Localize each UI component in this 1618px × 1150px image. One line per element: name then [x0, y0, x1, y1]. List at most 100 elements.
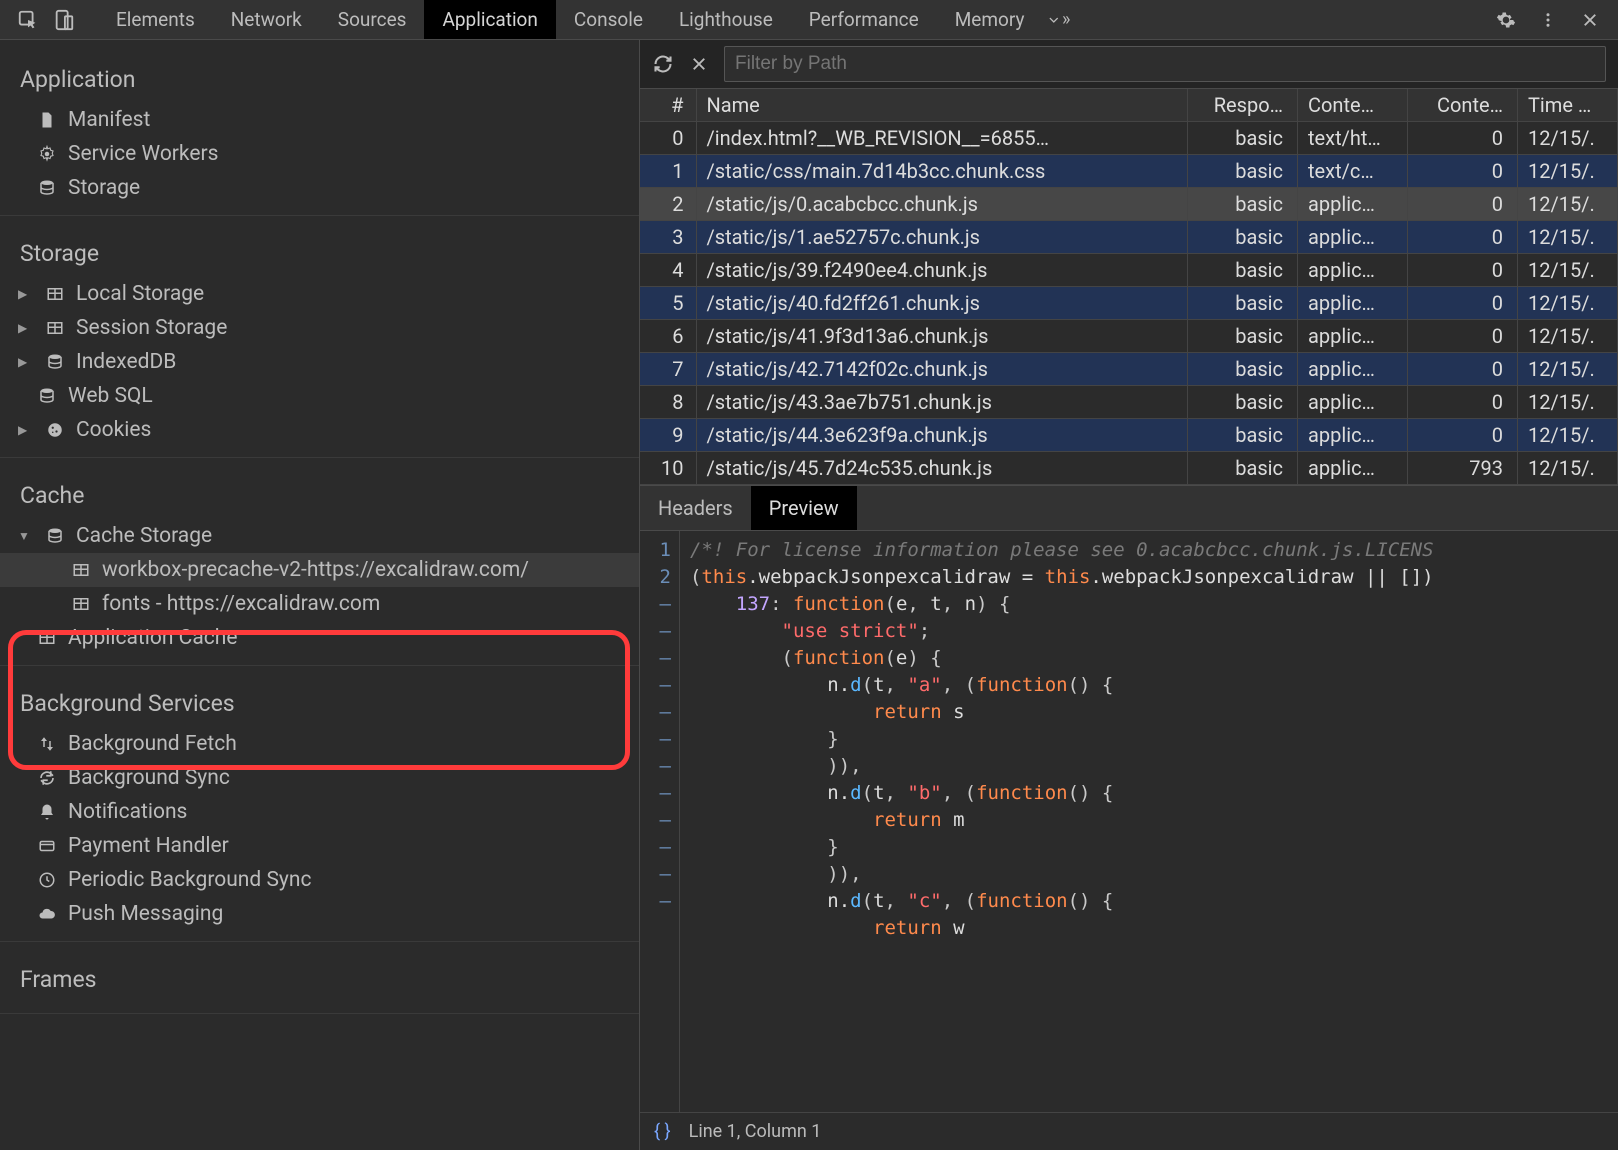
cell-resp: basic: [1188, 188, 1298, 221]
kebab-icon[interactable]: [1536, 8, 1560, 32]
group-background-services: Background Services: [0, 676, 639, 727]
sidebar-item-label: Payment Handler: [68, 834, 229, 858]
sidebar-item-web-sql[interactable]: Web SQL: [0, 379, 639, 413]
sidebar-item-periodic-background-sync[interactable]: Periodic Background Sync: [0, 863, 639, 897]
code-line: )),: [690, 861, 1434, 888]
cell-clen: 0: [1408, 353, 1518, 386]
table-row[interactable]: 2/static/js/0.acabcbcc.chunk.jsbasicappl…: [640, 188, 1618, 221]
column-header[interactable]: Conte…: [1298, 89, 1408, 122]
tab-network[interactable]: Network: [213, 0, 320, 39]
subtab-preview[interactable]: Preview: [751, 486, 857, 530]
gutter-line: 1: [648, 537, 671, 564]
sidebar-item-service-workers[interactable]: Service Workers: [0, 137, 639, 171]
code-line: }: [690, 834, 1434, 861]
cell-time: 12/15/.: [1518, 221, 1618, 254]
status-bar: { } Line 1, Column 1: [640, 1112, 1618, 1150]
table-icon: [44, 317, 66, 339]
cell-name: /static/js/40.fd2ff261.chunk.js: [696, 287, 1188, 320]
cell-ctype: text/c…: [1298, 155, 1408, 188]
cell-clen: 793: [1408, 452, 1518, 485]
table-row[interactable]: 3/static/js/1.ae52757c.chunk.jsbasicappl…: [640, 221, 1618, 254]
table-row[interactable]: 0/index.html?__WB_REVISION__=6855…basict…: [640, 122, 1618, 155]
sidebar-item-application-cache[interactable]: Application Cache: [0, 621, 639, 655]
tab-console[interactable]: Console: [556, 0, 661, 39]
sidebar-item-workbox-precache-v2-https-excalidraw-com[interactable]: workbox-precache-v2-https://excalidraw.c…: [0, 553, 639, 587]
more-tabs-icon[interactable]: »: [1046, 8, 1070, 32]
sidebar-item-label: Storage: [68, 176, 140, 200]
sidebar-item-storage[interactable]: Storage: [0, 171, 639, 205]
cell-name: /static/js/39.f2490ee4.chunk.js: [696, 254, 1188, 287]
tab-performance[interactable]: Performance: [791, 0, 937, 39]
cell-name: /index.html?__WB_REVISION__=6855…: [696, 122, 1188, 155]
cell-name: /static/js/0.acabcbcc.chunk.js: [696, 188, 1188, 221]
sidebar-item-label: Application Cache: [68, 626, 237, 650]
cell-idx: 0: [640, 122, 696, 155]
cell-ctype: applic…: [1298, 419, 1408, 452]
filter-input[interactable]: [724, 46, 1606, 82]
cell-resp: basic: [1188, 122, 1298, 155]
cell-name: /static/js/43.3ae7b751.chunk.js: [696, 386, 1188, 419]
cell-name: /static/js/45.7d24c535.chunk.js: [696, 452, 1188, 485]
table-row[interactable]: 9/static/js/44.3e623f9a.chunk.jsbasicapp…: [640, 419, 1618, 452]
tab-sources[interactable]: Sources: [320, 0, 425, 39]
gutter-line: 2: [648, 564, 671, 591]
sidebar-item-manifest[interactable]: Manifest: [0, 103, 639, 137]
gutter-line: –: [648, 699, 671, 726]
table-row[interactable]: 7/static/js/42.7142f02c.chunk.jsbasicapp…: [640, 353, 1618, 386]
subtab-headers[interactable]: Headers: [640, 486, 751, 530]
cell-ctype: text/ht…: [1298, 122, 1408, 155]
sidebar-item-background-fetch[interactable]: Background Fetch: [0, 727, 639, 761]
gutter-line: –: [648, 807, 671, 834]
table-row[interactable]: 8/static/js/43.3ae7b751.chunk.jsbasicapp…: [640, 386, 1618, 419]
updown-icon: [36, 733, 58, 755]
table-icon: [36, 627, 58, 649]
inspect-icon[interactable]: [16, 8, 40, 32]
table-row[interactable]: 5/static/js/40.fd2ff261.chunk.jsbasicapp…: [640, 287, 1618, 320]
cell-resp: basic: [1188, 221, 1298, 254]
tab-lighthouse[interactable]: Lighthouse: [661, 0, 791, 39]
cell-time: 12/15/.: [1518, 419, 1618, 452]
cell-name: /static/js/44.3e623f9a.chunk.js: [696, 419, 1188, 452]
sidebar-item-label: Push Messaging: [68, 902, 223, 926]
sidebar-item-notifications[interactable]: Notifications: [0, 795, 639, 829]
sidebar-item-label: Cache Storage: [76, 524, 212, 548]
table-row[interactable]: 10/static/js/45.7d24c535.chunk.jsbasicap…: [640, 452, 1618, 485]
cell-resp: basic: [1188, 386, 1298, 419]
column-header[interactable]: Name: [696, 89, 1188, 122]
sidebar-item-indexeddb[interactable]: IndexedDB: [0, 345, 639, 379]
sync-icon: [36, 767, 58, 789]
cell-time: 12/15/.: [1518, 188, 1618, 221]
sidebar-item-fonts-https-excalidraw-com[interactable]: fonts - https://excalidraw.com: [0, 587, 639, 621]
column-header[interactable]: Conte…: [1408, 89, 1518, 122]
cell-resp: basic: [1188, 419, 1298, 452]
sidebar-item-background-sync[interactable]: Background Sync: [0, 761, 639, 795]
table-row[interactable]: 4/static/js/39.f2490ee4.chunk.jsbasicapp…: [640, 254, 1618, 287]
cell-ctype: applic…: [1298, 353, 1408, 386]
cell-clen: 0: [1408, 155, 1518, 188]
sidebar-item-label: Local Storage: [76, 282, 204, 306]
column-header[interactable]: Time …: [1518, 89, 1618, 122]
sidebar-item-local-storage[interactable]: Local Storage: [0, 277, 639, 311]
column-header[interactable]: #: [640, 89, 696, 122]
sidebar-item-push-messaging[interactable]: Push Messaging: [0, 897, 639, 931]
table-row[interactable]: 1/static/css/main.7d14b3cc.chunk.cssbasi…: [640, 155, 1618, 188]
sidebar-item-payment-handler[interactable]: Payment Handler: [0, 829, 639, 863]
device-icon[interactable]: [52, 8, 76, 32]
tab-application[interactable]: Application: [424, 0, 555, 39]
refresh-icon[interactable]: [652, 53, 674, 75]
sidebar-item-cache-storage[interactable]: Cache Storage: [0, 519, 639, 553]
tab-elements[interactable]: Elements: [98, 0, 213, 39]
cell-resp: basic: [1188, 452, 1298, 485]
sidebar-item-cookies[interactable]: Cookies: [0, 413, 639, 447]
tab-memory[interactable]: Memory: [937, 0, 1043, 39]
delete-icon[interactable]: [688, 53, 710, 75]
close-icon[interactable]: [1578, 8, 1602, 32]
cloud-icon: [36, 903, 58, 925]
table-row[interactable]: 6/static/js/41.9f3d13a6.chunk.jsbasicapp…: [640, 320, 1618, 353]
storage-icon: [44, 525, 66, 547]
cell-ctype: applic…: [1298, 254, 1408, 287]
settings-icon[interactable]: [1494, 8, 1518, 32]
braces-icon[interactable]: { }: [654, 1121, 671, 1142]
sidebar-item-session-storage[interactable]: Session Storage: [0, 311, 639, 345]
column-header[interactable]: Respo…: [1188, 89, 1298, 122]
